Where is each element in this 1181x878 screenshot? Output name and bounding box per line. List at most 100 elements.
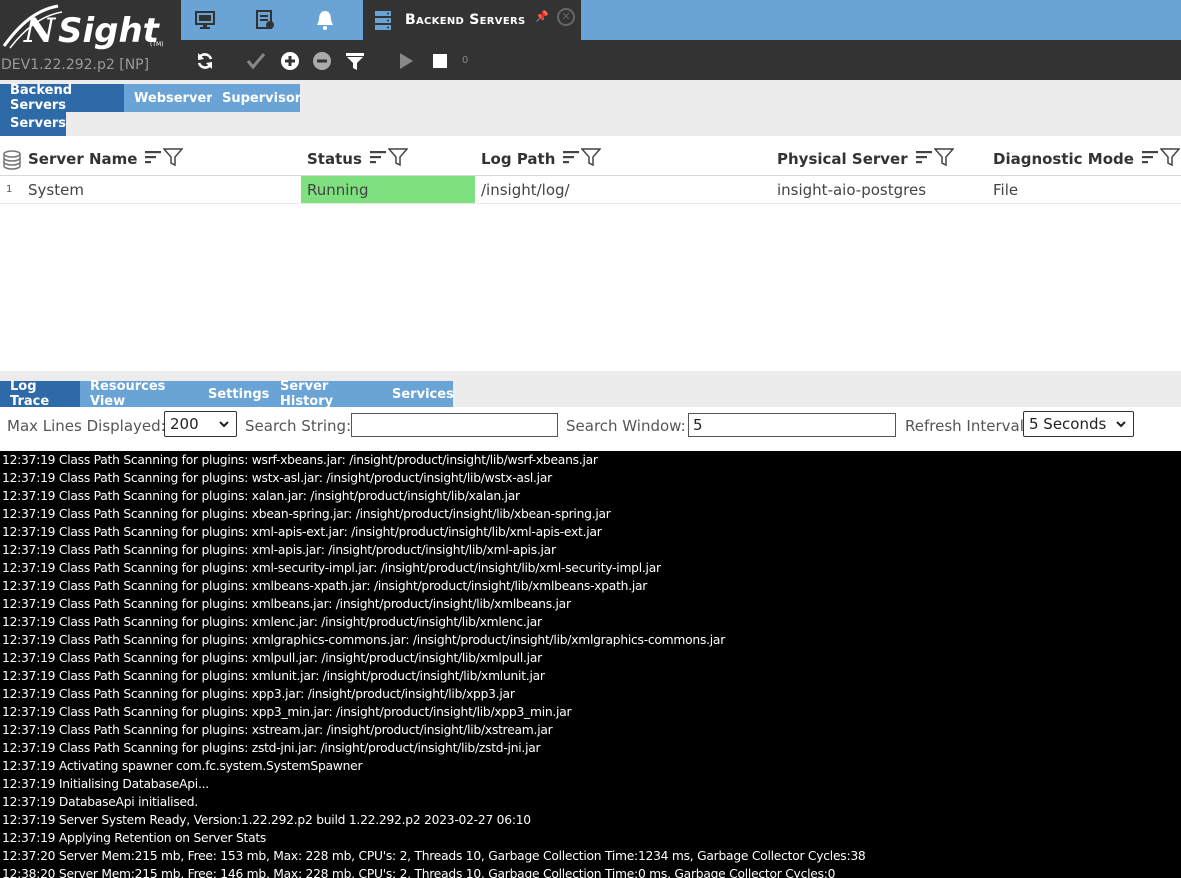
tab-reports[interactable] (241, 0, 289, 40)
sort-icon[interactable] (369, 149, 388, 165)
chevron-down-icon (1116, 421, 1126, 428)
tab-notifications[interactable] (301, 0, 349, 40)
remove-button[interactable] (311, 50, 333, 72)
stop-button[interactable] (429, 50, 451, 72)
max-lines-select[interactable]: 200 (164, 411, 237, 437)
nsight-logo: N Sight (TM) (0, 0, 180, 56)
bell-icon (317, 11, 333, 30)
refresh-button[interactable] (194, 50, 216, 72)
log-line: 12:37:19 Class Path Scanning for plugins… (2, 615, 542, 629)
sort-icon[interactable] (563, 149, 581, 165)
servers-grid: Server Name Status Log Path Physical Ser… (0, 136, 1181, 371)
column-status[interactable]: Status (307, 136, 408, 176)
filter-icon[interactable] (387, 147, 408, 167)
add-button[interactable] (279, 50, 301, 72)
log-line: 12:37:19 Class Path Scanning for plugins… (2, 687, 515, 701)
tab-settings[interactable]: Settings (198, 381, 270, 407)
column-label: Server Name (28, 150, 138, 168)
filter-button[interactable] (344, 50, 366, 72)
log-line: 12:37:19 Class Path Scanning for plugins… (2, 507, 611, 521)
tab-backend-servers-sub[interactable]: Backend Servers (0, 83, 124, 113)
column-label: Physical Server (777, 150, 908, 168)
log-line: 12:37:19 Class Path Scanning for plugins… (2, 705, 572, 719)
tab-resources-view[interactable]: Resources View (80, 379, 198, 409)
tab-monitor[interactable] (181, 0, 229, 40)
refresh-interval-select[interactable]: 5 Seconds (1023, 411, 1134, 437)
column-server-name[interactable]: Server Name (28, 136, 184, 176)
svg-text:(TM): (TM) (150, 41, 164, 48)
filter-icon[interactable] (581, 147, 602, 167)
refresh-interval-label: Refresh Interval (905, 417, 1024, 435)
log-line: 12:37:19 Class Path Scanning for plugins… (2, 633, 726, 647)
filter-icon[interactable] (163, 147, 184, 167)
tab-backend-servers-label: Backend Servers (405, 12, 526, 28)
column-tools (563, 147, 602, 167)
log-line: 12:37:19 Class Path Scanning for plugins… (2, 651, 542, 665)
log-line: 12:37:19 Initialising DatabaseApi... (2, 777, 209, 791)
tab-supervisor[interactable]: Supervisor (212, 84, 301, 112)
log-line: 12:37:19 Server System Ready, Version:1.… (2, 813, 531, 827)
sort-icon[interactable] (915, 149, 934, 165)
refresh-interval-value: 5 Seconds (1029, 415, 1107, 433)
cell-log-path[interactable]: /insight/log/ (481, 176, 570, 203)
cell-status[interactable]: Running (301, 176, 475, 203)
version-label: DEV1.22.292.p2 [NP] (1, 57, 150, 73)
toolbar: 0 (181, 40, 1181, 80)
log-line: 12:37:19 Class Path Scanning for plugins… (2, 597, 571, 611)
max-lines-value: 200 (170, 415, 199, 433)
svg-text:N: N (23, 11, 57, 51)
table-row[interactable]: 1 System Running /insight/log/ insight-a… (0, 176, 1181, 204)
log-line: 12:37:19 Class Path Scanning for plugins… (2, 723, 553, 737)
tab-log-trace[interactable]: Log Trace (0, 379, 80, 409)
row-number: 1 (6, 184, 13, 195)
log-output[interactable]: 12:37:19 Class Path Scanning for plugins… (0, 451, 1181, 878)
filter-icon[interactable] (1159, 147, 1180, 167)
tab-services[interactable]: Services (382, 381, 454, 407)
cell-diagnostic-mode[interactable]: File (993, 176, 1018, 203)
search-window-label: Search Window: (566, 417, 686, 435)
column-tools (1141, 147, 1180, 167)
tab-backend-servers[interactable]: Backend Servers 📌 ✕ (363, 0, 581, 40)
log-line: 12:37:19 Class Path Scanning for plugins… (2, 453, 598, 467)
tab-server-history[interactable]: Server History (270, 379, 382, 409)
sort-icon[interactable] (1141, 149, 1160, 165)
tab-webserver[interactable]: Webserver (124, 84, 213, 112)
search-window-input[interactable] (688, 413, 896, 437)
column-label: Status (307, 150, 362, 168)
search-string-input[interactable] (351, 413, 558, 437)
cell-server-name[interactable]: System (28, 176, 84, 203)
column-log-path[interactable]: Log Path (481, 136, 602, 176)
log-line: 12:37:19 Class Path Scanning for plugins… (2, 561, 661, 575)
apply-button[interactable] (245, 50, 267, 72)
log-line: 12:37:19 Class Path Scanning for plugins… (2, 471, 552, 485)
report-icon (256, 10, 274, 29)
column-diagnostic-mode[interactable]: Diagnostic Mode (993, 136, 1180, 176)
server-icon (375, 11, 391, 30)
top-bar: N Sight (TM) DEV1.22.292.p2 [NP] Backend… (0, 0, 1181, 80)
log-line: 12:37:19 Class Path Scanning for plugins… (2, 669, 545, 683)
column-tools (145, 147, 184, 167)
close-tab-icon[interactable]: ✕ (557, 8, 575, 26)
max-lines-label: Max Lines Displayed: (7, 417, 166, 435)
check-icon (246, 53, 266, 70)
column-label: Log Path (481, 150, 556, 168)
selection-count: 0 (462, 55, 469, 66)
add-icon (281, 52, 299, 70)
play-icon (400, 53, 413, 69)
log-line: 12:37:19 Class Path Scanning for plugins… (2, 579, 648, 593)
column-physical-server[interactable]: Physical Server (777, 136, 954, 176)
svg-text:Sight: Sight (58, 11, 161, 51)
filter-icon (346, 53, 364, 70)
monitor-icon (195, 11, 215, 29)
sort-icon[interactable] (145, 149, 163, 165)
database-icon (3, 150, 21, 170)
log-line: 12:38:20 Server Mem:215 mb, Free: 146 mb… (2, 867, 836, 878)
play-button[interactable] (395, 50, 417, 72)
tab-servers[interactable]: Servers (0, 110, 66, 136)
filter-icon[interactable] (933, 147, 954, 167)
chevron-down-icon (219, 421, 229, 428)
cell-physical-server[interactable]: insight-aio-postgres (777, 176, 926, 203)
log-line: 12:37:19 DatabaseApi initialised. (2, 795, 199, 809)
log-controls: Max Lines Displayed: 200 Search String: … (0, 407, 1181, 451)
pin-icon[interactable]: 📌 (535, 10, 549, 23)
